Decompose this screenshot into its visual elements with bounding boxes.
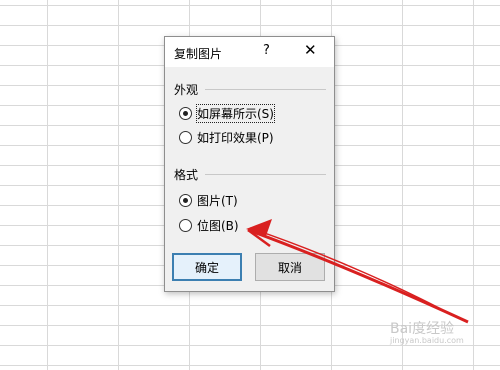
watermark-subtext: jingyan.baidu.com xyxy=(390,336,464,345)
watermark: Bai度经验 jingyan.baidu.com xyxy=(390,318,464,345)
annotation-arrow-icon xyxy=(246,219,469,324)
watermark-text: Bai度经验 xyxy=(390,321,455,337)
